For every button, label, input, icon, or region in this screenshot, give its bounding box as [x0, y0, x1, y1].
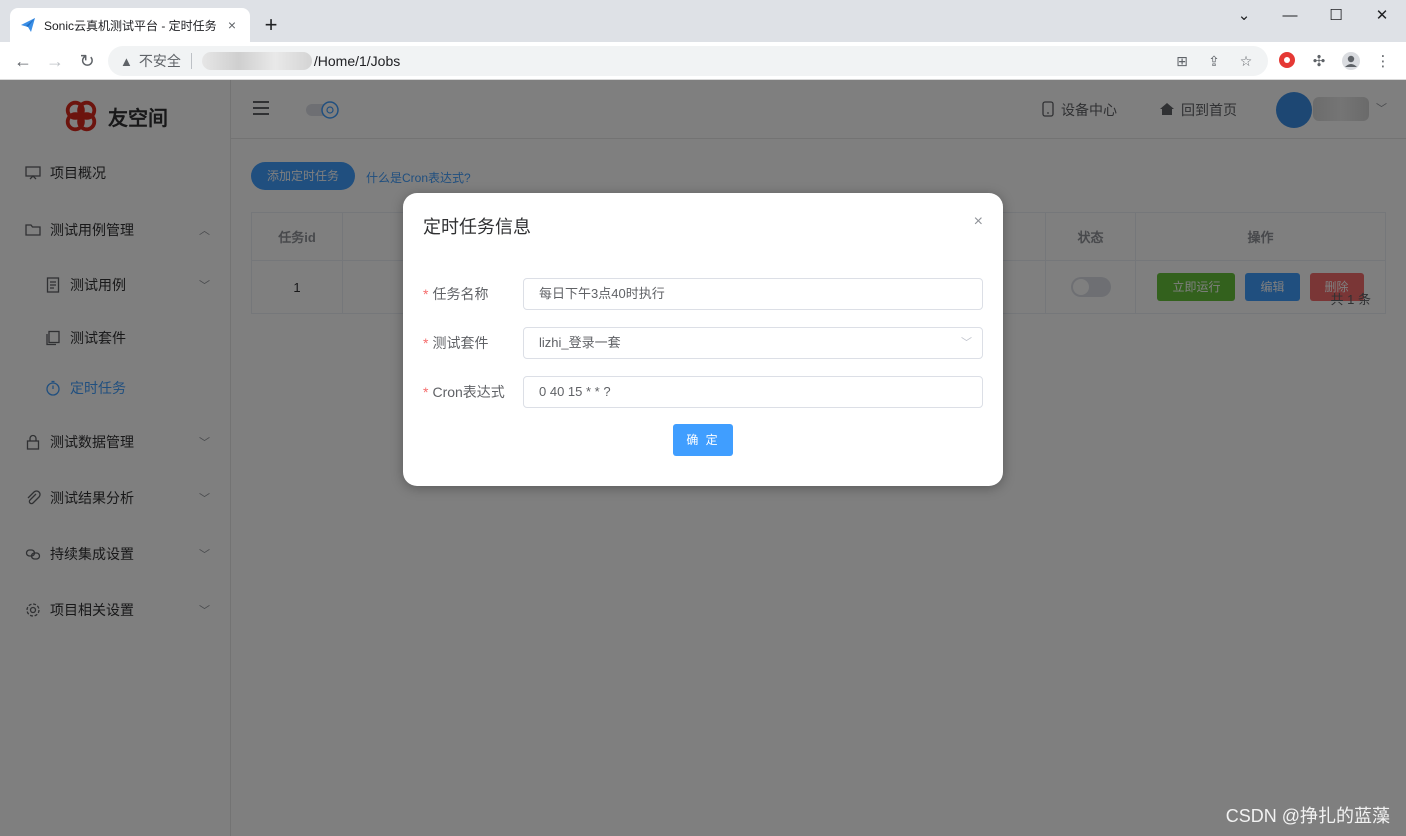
form-row-cron: * Cron表达式 0 40 15 * * ?	[423, 376, 983, 408]
divider	[190, 53, 192, 69]
cron-label: * Cron表达式	[423, 382, 523, 402]
url-path: /Home/1/Jobs	[313, 53, 401, 69]
translate-icon[interactable]: ⊞	[1172, 51, 1192, 71]
redacted-host	[201, 52, 312, 70]
cron-label-text: Cron表达式	[432, 384, 505, 400]
tab-close-icon[interactable]: ×	[224, 17, 240, 33]
browser-tabstrip: Sonic云真机测试平台 - 定时任务 × + ⌄ — ☐ ✕	[0, 0, 1406, 42]
paper-plane-icon	[21, 18, 35, 32]
job-name-input[interactable]: 每日下午3点40时执行	[523, 278, 983, 310]
star-icon[interactable]: ☆	[1236, 51, 1256, 71]
minimize-button[interactable]: —	[1270, 4, 1310, 30]
extension-red-icon[interactable]	[1276, 51, 1298, 73]
form-row-suite: * 测试套件 lizhi_登录一套 ﹀	[423, 327, 983, 359]
form-row-name: * 任务名称 每日下午3点40时执行	[423, 278, 983, 310]
reload-icon[interactable]: ↻	[74, 48, 100, 74]
maximize-button[interactable]: ☐	[1316, 4, 1356, 30]
suite-label: * 测试套件	[423, 333, 523, 353]
warning-icon: ▲	[120, 53, 133, 69]
tab-search-button[interactable]: ⌄	[1224, 4, 1264, 30]
close-icon[interactable]: ×	[974, 213, 983, 231]
puzzle-icon[interactable]: ✣	[1308, 51, 1330, 73]
address-bar[interactable]: ▲ 不安全 /Home/1/Jobs	[108, 46, 1268, 76]
share-icon[interactable]: ⇪	[1204, 51, 1224, 71]
name-label-text: 任务名称	[432, 286, 489, 302]
tab-title: Sonic云真机测试平台 - 定时任务	[44, 18, 217, 33]
back-arrow-icon[interactable]: ←	[10, 48, 36, 74]
browser-tab[interactable]: Sonic云真机测试平台 - 定时任务 ×	[10, 8, 250, 42]
close-window-button[interactable]: ✕	[1362, 4, 1402, 30]
job-info-dialog: 定时任务信息 × * 任务名称 每日下午3点40时执行 * 测试套件 lizhi_登…	[403, 193, 1003, 486]
chevron-down-icon: ﹀	[961, 337, 972, 349]
required-mark: *	[423, 384, 429, 400]
test-suite-select[interactable]: lizhi_登录一套 ﹀	[523, 327, 983, 359]
more-menu-icon[interactable]: ⋮	[1372, 51, 1394, 73]
required-mark: *	[423, 335, 429, 351]
name-label: * 任务名称	[423, 284, 523, 304]
dialog-title: 定时任务信息	[423, 217, 531, 237]
test-suite-value: lizhi_登录一套	[539, 335, 621, 350]
csdn-watermark: CSDN @挣扎的蓝藻	[1225, 806, 1390, 826]
new-tab-button[interactable]: +	[260, 12, 282, 38]
required-mark: *	[423, 286, 429, 302]
cron-expression-input[interactable]: 0 40 15 * * ?	[523, 376, 983, 408]
confirm-button[interactable]: 确 定	[673, 424, 733, 456]
profile-icon[interactable]	[1340, 51, 1362, 73]
forward-arrow-icon[interactable]: →	[42, 48, 68, 74]
suite-label-text: 测试套件	[432, 335, 489, 351]
security-label: 不安全	[138, 53, 181, 69]
browser-toolbar: ← → ↻ ▲ 不安全 /Home/1/Jobs ⊞ ⇪ ☆ ✣ ⋮	[0, 42, 1406, 80]
